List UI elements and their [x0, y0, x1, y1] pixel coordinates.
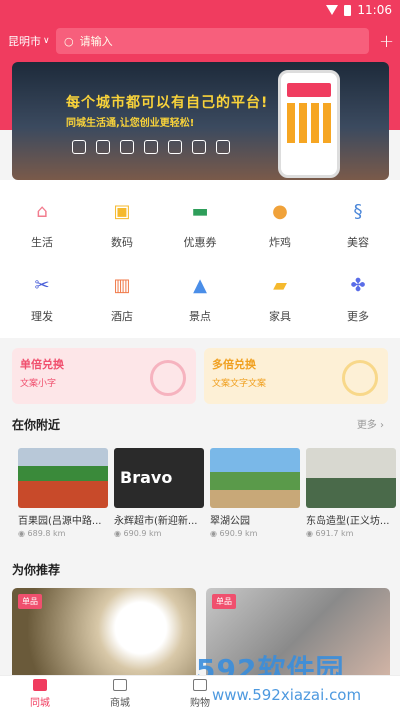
- shop-icon: [120, 140, 134, 154]
- category-label: 生活: [31, 236, 53, 249]
- product-tag: 单品: [212, 594, 236, 609]
- cart-icon: [72, 140, 86, 154]
- nearby-card[interactable]: 翠湖公园 ◉ 690.9 km: [210, 448, 300, 538]
- promo-banner[interactable]: 每个城市都可以有自己的平台! 同城生活通,让您创业更轻松!: [12, 62, 389, 180]
- category-item[interactable]: ▬ 优惠券: [160, 198, 240, 250]
- category-grid: ⌂ 生活 ▣ 数码 ▬ 优惠券 ● 炸鸡 § 美容 ✂ 理发 ▥ 酒店 ▲ 景点 ▰ 家具 ✤ 更多: [0, 180, 400, 338]
- search-input[interactable]: ○ 请输入: [56, 28, 369, 54]
- tab-mall[interactable]: 商城: [80, 676, 160, 711]
- recommend-title: 为你推荐: [12, 563, 61, 577]
- search-icon: ○: [64, 34, 74, 48]
- promo-card-single[interactable]: 单倍兑换 文案小字: [12, 348, 196, 404]
- search-placeholder: 请输入: [79, 35, 113, 48]
- location-icon: ◉: [114, 529, 121, 538]
- category-item[interactable]: ✂ 理发: [2, 272, 82, 324]
- sofa-icon: ▰: [273, 274, 287, 296]
- hair-icon: §: [353, 200, 363, 222]
- category-item[interactable]: ▣ 数码: [82, 198, 162, 250]
- search-row: 昆明市 ∨ ○ 请输入 +: [0, 28, 400, 54]
- note-icon: [168, 140, 182, 154]
- recommend-card[interactable]: 单品: [12, 588, 196, 688]
- wifi-icon: [326, 5, 339, 15]
- status-time: 11:06: [357, 3, 392, 17]
- scissors-icon: ✂: [34, 274, 50, 296]
- exchange-icon: [150, 360, 186, 396]
- shop-distance: 689.8 km: [27, 529, 66, 538]
- more-link[interactable]: 更多 ›: [357, 416, 384, 431]
- shop-distance: 690.9 km: [219, 529, 258, 538]
- promo-card-multi[interactable]: 多倍兑换 文案文字文案: [204, 348, 388, 404]
- category-item[interactable]: ▲ 景点: [160, 272, 240, 324]
- shop-distance: 691.7 km: [315, 529, 354, 538]
- tab-city[interactable]: 同城: [0, 676, 80, 711]
- category-label: 更多: [347, 310, 369, 323]
- grid-icon: ✤: [350, 274, 366, 296]
- coin-icon: [216, 140, 230, 154]
- banner-icons: [72, 140, 230, 154]
- category-label: 数码: [111, 236, 133, 249]
- chat-icon: [144, 140, 158, 154]
- category-item[interactable]: ▰ 家具: [240, 272, 320, 324]
- category-label: 家具: [269, 310, 291, 323]
- cart-icon: [193, 679, 207, 691]
- location-icon: ◉: [210, 529, 217, 538]
- add-icon[interactable]: +: [379, 31, 394, 52]
- location-icon: ◉: [306, 529, 313, 538]
- city-tab-icon: [33, 679, 47, 691]
- product-tag: 单品: [18, 594, 42, 609]
- category-label: 景点: [189, 310, 211, 323]
- tab-label: 购物: [190, 698, 210, 709]
- category-label: 美容: [347, 236, 369, 249]
- home-icon: [192, 140, 206, 154]
- city-label: 昆明市: [8, 35, 41, 48]
- park-photo: [210, 448, 300, 508]
- nearby-title: 在你附近: [12, 418, 61, 432]
- category-item[interactable]: ● 炸鸡: [240, 198, 320, 250]
- shop-name: 翠湖公园: [210, 516, 250, 527]
- shop-name: 百果园(吕源中路...: [18, 516, 102, 527]
- camera-icon: ▣: [113, 200, 131, 222]
- phone-mockup: [278, 70, 340, 178]
- store-icon: [113, 679, 127, 691]
- status-bar: 11:06: [0, 0, 400, 20]
- chevron-right-icon: ›: [380, 420, 384, 431]
- watermark-url: www.592xiazai.com: [212, 686, 362, 704]
- shop-name: 永辉超市(新迎新...: [114, 516, 198, 527]
- nearby-card[interactable]: 东岛造型(正义坊... ◉ 691.7 km: [306, 448, 396, 538]
- tab-label: 商城: [110, 698, 130, 709]
- exchange-icon: [342, 360, 378, 396]
- category-label: 酒店: [111, 310, 133, 323]
- shop-distance: 690.9 km: [123, 529, 162, 538]
- chevron-down-icon: ∨: [43, 36, 50, 46]
- category-item[interactable]: ✤ 更多: [318, 272, 398, 324]
- battery-icon: [344, 4, 352, 16]
- tab-label: 同城: [30, 698, 50, 709]
- nearby-card[interactable]: 百果园(吕源中路... ◉ 689.8 km: [18, 448, 108, 538]
- coupon-icon: ▬: [191, 200, 209, 222]
- more-label: 更多: [356, 420, 377, 431]
- nearby-card[interactable]: Bravo 永辉超市(新迎新... ◉ 690.9 km: [114, 448, 204, 538]
- shop-photo: [306, 448, 396, 508]
- category-item[interactable]: ▥ 酒店: [82, 272, 162, 324]
- category-label: 优惠券: [183, 236, 217, 249]
- location-icon: ◉: [18, 529, 25, 538]
- home-icon: ⌂: [36, 200, 48, 222]
- mountain-icon: ▲: [193, 274, 207, 296]
- category-label: 理发: [31, 310, 53, 323]
- category-item[interactable]: § 美容: [318, 198, 398, 250]
- shop-name: 东岛造型(正义坊...: [306, 516, 390, 527]
- shop-photo: Bravo: [114, 448, 204, 508]
- banner-headline: 每个城市都可以有自己的平台!: [66, 95, 269, 111]
- shop-photo: [18, 448, 108, 508]
- category-label: 炸鸡: [269, 236, 291, 249]
- city-selector[interactable]: 昆明市 ∨: [0, 33, 56, 49]
- category-item[interactable]: ⌂ 生活: [2, 198, 82, 250]
- drumstick-icon: ●: [272, 200, 288, 222]
- banner-subline: 同城生活通,让您创业更轻松!: [66, 118, 195, 129]
- runner-icon: [96, 140, 110, 154]
- building-icon: ▥: [113, 274, 131, 296]
